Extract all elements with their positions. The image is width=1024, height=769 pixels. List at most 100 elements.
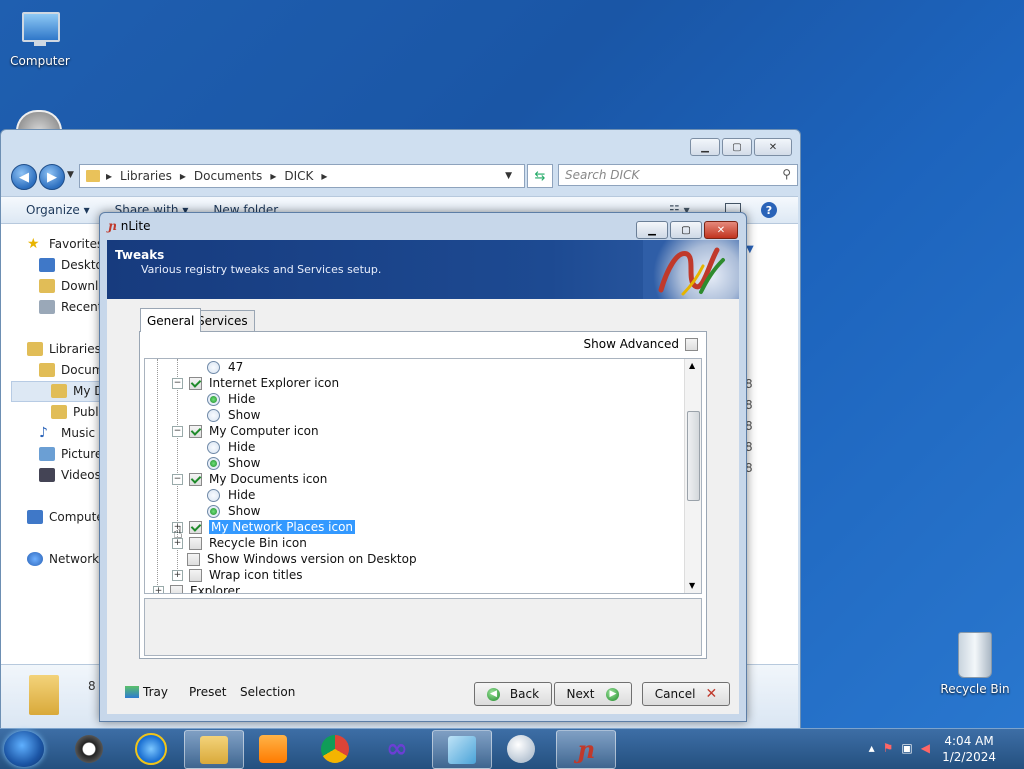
nav-documents[interactable]: Docum: [39, 363, 103, 377]
back-button[interactable]: ◀ Back: [474, 682, 552, 706]
recycle-bin-checkbox[interactable]: [189, 536, 202, 550]
ie-hide-radio[interactable]: [207, 392, 220, 406]
nav-pictures[interactable]: Picture: [39, 447, 102, 461]
nav-music[interactable]: ♪ Music: [39, 426, 95, 440]
show-hidden-icons-icon[interactable]: ▴: [869, 741, 883, 755]
tab-general[interactable]: General: [140, 308, 202, 332]
tree-item-ie-icon[interactable]: − Internet Explorer icon: [172, 375, 339, 391]
breadcrumb-libraries[interactable]: Libraries: [120, 169, 172, 183]
expand-icon[interactable]: +: [172, 537, 183, 549]
organize-button[interactable]: Organize ▾: [26, 203, 90, 217]
action-center-icon[interactable]: ⚑: [883, 741, 902, 755]
tree-item-47[interactable]: 47: [207, 359, 243, 375]
nav-videos[interactable]: Videos: [39, 468, 101, 482]
nlite-maximize-button[interactable]: ▢: [670, 221, 702, 239]
breadcrumb-documents[interactable]: Documents: [194, 169, 262, 183]
nav-public[interactable]: Publi: [51, 405, 102, 419]
tree-item-ie-hide[interactable]: Hide: [207, 391, 255, 407]
taskbar-clock[interactable]: 4:04 AM 1/2/2024: [942, 733, 996, 765]
tree-item-wrap-icon-titles[interactable]: + Wrap icon titles: [172, 567, 302, 583]
expand-icon[interactable]: +: [153, 585, 164, 593]
collapse-icon[interactable]: −: [172, 377, 183, 389]
mydocuments-hide-radio[interactable]: [207, 488, 220, 502]
tree-item-recycle-bin-icon[interactable]: + Recycle Bin icon: [172, 535, 307, 551]
address-dropdown-icon[interactable]: ▼: [505, 171, 512, 181]
mycomputer-hide-radio[interactable]: [207, 440, 220, 454]
scroll-up-icon[interactable]: ▲: [689, 361, 695, 370]
tree-item-show-windows-version[interactable]: Show Windows version on Desktop: [187, 551, 417, 567]
collapse-icon[interactable]: −: [172, 473, 183, 485]
selection-button[interactable]: Selection: [240, 685, 295, 699]
tree-item-mycomputer-show[interactable]: Show: [207, 455, 260, 471]
nav-libraries[interactable]: Libraries: [27, 342, 101, 356]
wrap-icon-titles-checkbox[interactable]: [189, 568, 202, 582]
mycomputer-show-radio[interactable]: [207, 456, 220, 470]
nlite-minimize-button[interactable]: ▁: [636, 221, 668, 239]
radio-47[interactable]: [207, 360, 220, 374]
address-bar[interactable]: ▸ Libraries ▸ Documents ▸ DICK ▸ ▼: [79, 164, 525, 188]
scrollbar-thumb[interactable]: [687, 411, 700, 501]
show-advanced-toggle[interactable]: Show Advanced: [584, 337, 698, 351]
taskbar-nlite[interactable]: ɲ: [556, 730, 616, 769]
nav-favorites[interactable]: ★ Favorites: [27, 237, 103, 251]
taskbar-media-player[interactable]: [244, 730, 302, 767]
tree-item-mycomputer-hide[interactable]: Hide: [207, 439, 255, 455]
show-advanced-label: Show Advanced: [583, 337, 679, 351]
collapse-icon[interactable]: −: [172, 425, 183, 437]
tree-item-explorer[interactable]: + Explorer: [153, 583, 240, 593]
show-advanced-checkbox[interactable]: [685, 337, 698, 351]
tree-item-network-places-icon[interactable]: + My Network Places icon: [172, 519, 356, 535]
nlite-close-button[interactable]: ✕: [704, 221, 738, 239]
nav-recent[interactable]: Recent: [39, 300, 102, 314]
taskbar-internet-explorer[interactable]: [122, 730, 180, 767]
ie-icon-checkbox[interactable]: [189, 376, 202, 390]
taskbar-notepad-app[interactable]: [432, 730, 492, 769]
column-dropdown-icon[interactable]: ▼: [746, 244, 754, 255]
expand-icon[interactable]: +: [172, 569, 183, 581]
next-button[interactable]: Next ▶: [554, 682, 632, 706]
show-version-checkbox[interactable]: [187, 552, 200, 566]
taskbar-chrome[interactable]: [306, 730, 364, 767]
breadcrumb-separator-icon: ▸: [321, 169, 328, 183]
nav-network[interactable]: Network: [27, 552, 99, 566]
tree-item-mydocuments-hide[interactable]: Hide: [207, 487, 255, 503]
desktop-icon-recycle-bin[interactable]: Recycle Bin: [935, 630, 1015, 696]
ie-show-radio[interactable]: [207, 408, 220, 422]
explorer-checkbox[interactable]: [170, 584, 183, 593]
breadcrumb-dick[interactable]: DICK: [284, 169, 313, 183]
tree-item-mycomputer-icon[interactable]: − My Computer icon: [172, 423, 319, 439]
nav-my-documents[interactable]: My D: [51, 384, 104, 398]
cancel-button[interactable]: Cancel ✕: [642, 682, 730, 706]
tree-scrollbar[interactable]: ▲ ▼: [684, 359, 701, 593]
taskbar-sphere-app[interactable]: [492, 730, 550, 767]
help-icon[interactable]: ?: [761, 202, 777, 218]
tray-button[interactable]: Tray: [125, 685, 168, 699]
search-input[interactable]: Search DICK ⚲: [558, 164, 798, 186]
forward-nav-button[interactable]: ▶: [39, 164, 65, 190]
network-places-checkbox[interactable]: [189, 520, 202, 534]
taskbar-infinity-app[interactable]: ∞: [368, 730, 426, 767]
taskbar-windows-explorer[interactable]: [184, 730, 244, 769]
taskbar-clock-app[interactable]: [60, 730, 118, 767]
chrome-icon: [321, 734, 349, 763]
maximize-button[interactable]: ▢: [722, 138, 752, 156]
refresh-icon[interactable]: ⇆: [527, 164, 553, 188]
tree-item-ie-show[interactable]: Show: [207, 407, 260, 423]
desktop-icon-computer[interactable]: Computer: [0, 10, 80, 68]
volume-muted-icon[interactable]: ◀: [921, 741, 938, 755]
mydocuments-show-radio[interactable]: [207, 504, 220, 518]
tree-item-mydocuments-show[interactable]: Show: [207, 503, 260, 519]
preset-button[interactable]: Preset: [189, 685, 226, 699]
start-button[interactable]: [4, 731, 44, 767]
network-tray-icon[interactable]: ▣: [901, 741, 920, 755]
scroll-down-icon[interactable]: ▼: [689, 581, 695, 590]
close-button[interactable]: ✕: [754, 138, 792, 156]
mycomputer-icon-checkbox[interactable]: [189, 424, 202, 438]
nav-downloads[interactable]: Downlo: [39, 279, 106, 293]
nav-computer[interactable]: Compute: [27, 510, 104, 524]
back-nav-button[interactable]: ◀: [11, 164, 37, 190]
mydocuments-icon-checkbox[interactable]: [189, 472, 202, 486]
minimize-button[interactable]: ▁: [690, 138, 720, 156]
tree-item-mydocuments-icon[interactable]: − My Documents icon: [172, 471, 327, 487]
history-dropdown-icon[interactable]: ▼: [67, 170, 74, 180]
